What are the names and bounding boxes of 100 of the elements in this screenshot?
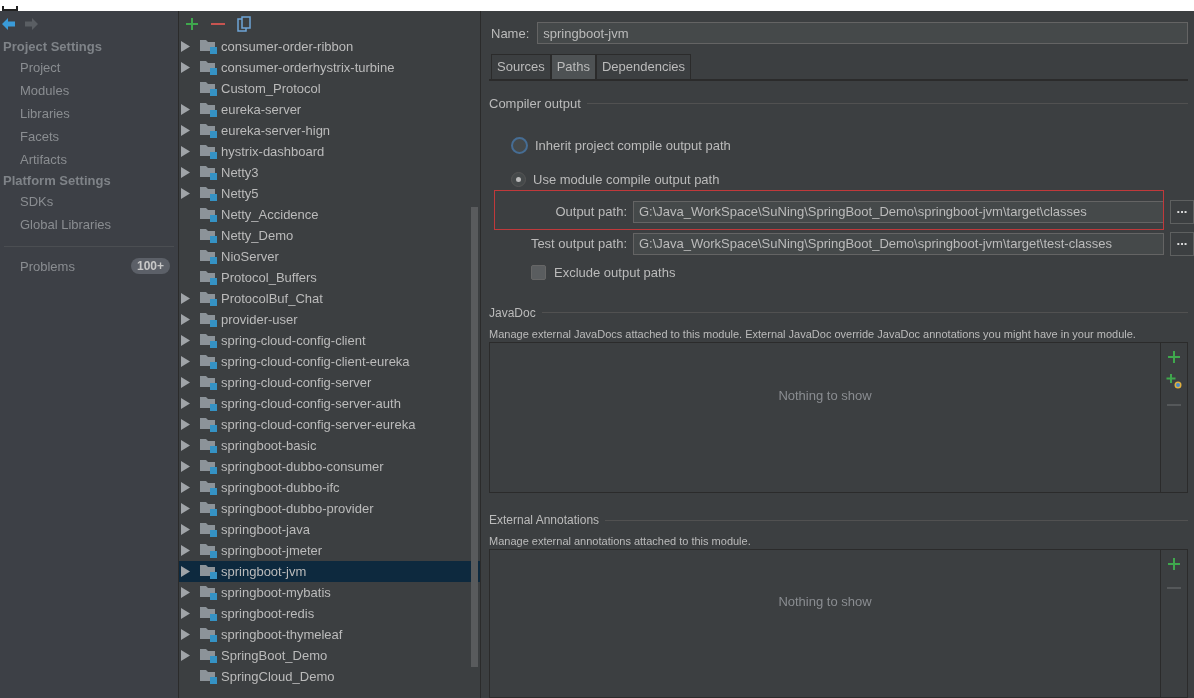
expand-arrow-icon[interactable] — [181, 503, 190, 514]
expand-arrow-icon[interactable] — [181, 587, 190, 598]
scrollbar-thumb[interactable] — [471, 207, 478, 667]
expand-arrow-icon[interactable] — [181, 629, 190, 640]
module-row[interactable]: springboot-dubbo-ifc — [179, 477, 480, 498]
module-row[interactable]: springboot-redis — [179, 603, 480, 624]
expand-arrow-icon[interactable] — [181, 440, 190, 451]
module-row[interactable]: spring-cloud-config-client — [179, 330, 480, 351]
expand-arrow-icon[interactable] — [181, 104, 190, 115]
module-row[interactable]: springboot-dubbo-consumer — [179, 456, 480, 477]
add-url-button[interactable] — [1166, 372, 1182, 389]
module-row[interactable]: eureka-server — [179, 99, 480, 120]
radio-label: Inherit project compile output path — [535, 138, 731, 154]
module-folder-icon — [200, 627, 217, 642]
module-row[interactable]: spring-cloud-config-server-auth — [179, 393, 480, 414]
sidebar-item[interactable]: Problems — [20, 258, 75, 274]
module-row[interactable]: provider-user — [179, 309, 480, 330]
module-row[interactable]: Netty5 — [179, 183, 480, 204]
expand-arrow-icon[interactable] — [181, 377, 190, 388]
expand-arrow-icon[interactable] — [181, 650, 190, 661]
module-row[interactable]: springboot-jmeter — [179, 540, 480, 561]
module-row[interactable]: NioServer — [179, 246, 480, 267]
sidebar-item[interactable]: SDKs — [0, 190, 178, 213]
module-folder-icon — [200, 648, 217, 663]
name-field[interactable]: springboot-jvm — [537, 22, 1188, 44]
module-row[interactable]: ProtocolBuf_Chat — [179, 288, 480, 309]
expand-arrow-icon[interactable] — [181, 461, 190, 472]
module-row[interactable]: spring-cloud-config-server-eureka — [179, 414, 480, 435]
expand-arrow-icon[interactable] — [181, 125, 190, 136]
tab[interactable]: Dependencies — [595, 54, 692, 79]
module-folder-icon — [200, 417, 217, 432]
module-row[interactable]: SpringCloud_Demo — [179, 666, 480, 687]
module-row[interactable]: hystrix-dashboard — [179, 141, 480, 162]
add-button[interactable] — [184, 15, 200, 32]
path-field[interactable]: G:\Java_WorkSpace\SuNing\SpringBoot_Demo\springboot-jvm\target\test-classes — [633, 232, 1164, 255]
expand-arrow-icon[interactable] — [181, 482, 190, 493]
module-row[interactable]: consumer-order-ribbon — [179, 36, 480, 57]
sidebar-item[interactable]: Project — [0, 56, 178, 79]
expand-arrow-icon[interactable] — [181, 335, 190, 346]
module-row[interactable]: Custom_Protocol — [179, 78, 480, 99]
copy-button[interactable] — [236, 15, 252, 32]
sidebar-item[interactable]: Global Libraries — [0, 213, 178, 236]
module-row[interactable]: SpringBoot_Demo — [179, 645, 480, 666]
module-folder-icon — [200, 606, 217, 621]
expand-arrow-icon[interactable] — [181, 146, 190, 157]
module-row[interactable]: Netty_Demo — [179, 225, 480, 246]
minus-icon — [211, 21, 225, 26]
expand-arrow-icon[interactable] — [181, 188, 190, 199]
module-folder-icon — [200, 396, 217, 411]
module-folder-icon — [200, 165, 217, 180]
module-row[interactable]: spring-cloud-config-server — [179, 372, 480, 393]
section-title: JavaDoc — [489, 305, 536, 320]
back-arrow-icon[interactable] — [2, 18, 15, 30]
path-field[interactable]: G:\Java_WorkSpace\SuNing\SpringBoot_Demo\springboot-jvm\target\classes — [633, 200, 1164, 223]
module-row[interactable]: spring-cloud-config-client-eureka — [179, 351, 480, 372]
sidebar-item[interactable]: Modules — [0, 79, 178, 102]
expand-arrow-icon[interactable] — [181, 293, 190, 304]
module-row[interactable]: springboot-basic — [179, 435, 480, 456]
add-button[interactable] — [1166, 348, 1182, 365]
expand-arrow-icon[interactable] — [181, 62, 190, 73]
expand-arrow-icon[interactable] — [181, 314, 190, 325]
expand-arrow-icon[interactable] — [181, 398, 190, 409]
checkbox[interactable] — [531, 264, 546, 280]
add-button[interactable] — [1166, 556, 1182, 573]
section-description: Manage external annotations attached to this module. — [489, 535, 751, 548]
module-row[interactable]: Netty3 — [179, 162, 480, 183]
module-row[interactable]: springboot-java — [179, 519, 480, 540]
browse-button[interactable]: ... — [1170, 231, 1194, 256]
module-row[interactable]: eureka-server-hign — [179, 120, 480, 141]
tab[interactable]: Sources — [491, 54, 551, 79]
add-globe-icon — [1166, 372, 1182, 389]
minus-icon — [1167, 586, 1181, 591]
module-row[interactable]: Netty_Accidence — [179, 204, 480, 225]
module-row[interactable]: Protocol_Buffers — [179, 267, 480, 288]
expand-arrow-icon[interactable] — [181, 419, 190, 430]
module-folder-icon — [200, 585, 217, 600]
sidebar-item[interactable]: Facets — [0, 125, 178, 148]
expand-arrow-icon[interactable] — [181, 545, 190, 556]
module-row[interactable]: springboot-jvm — [179, 561, 480, 582]
path-label: Test output path: — [529, 236, 627, 252]
module-row[interactable]: springboot-mybatis — [179, 582, 480, 603]
add-icon — [185, 16, 199, 31]
expand-arrow-icon[interactable] — [181, 41, 190, 52]
module-row[interactable]: springboot-thymeleaf — [179, 624, 480, 645]
sidebar-item[interactable]: Artifacts — [0, 148, 178, 171]
module-row[interactable]: consumer-orderhystrix-turbine — [179, 57, 480, 78]
minus-icon — [1167, 402, 1181, 407]
expand-arrow-icon[interactable] — [181, 566, 190, 577]
expand-arrow-icon[interactable] — [181, 167, 190, 178]
section-title: External Annotations — [489, 513, 600, 528]
tab[interactable]: Paths — [550, 54, 596, 79]
browse-button[interactable]: ... — [1170, 199, 1194, 224]
radio-button[interactable] — [511, 137, 528, 155]
expand-arrow-icon[interactable] — [181, 524, 190, 535]
module-row[interactable]: springboot-dubbo-provider — [179, 498, 480, 519]
expand-arrow-icon[interactable] — [181, 356, 190, 367]
radio-button[interactable] — [511, 171, 526, 187]
module-folder-icon — [200, 501, 217, 516]
sidebar-item[interactable]: Libraries — [0, 102, 178, 125]
expand-arrow-icon[interactable] — [181, 608, 190, 619]
